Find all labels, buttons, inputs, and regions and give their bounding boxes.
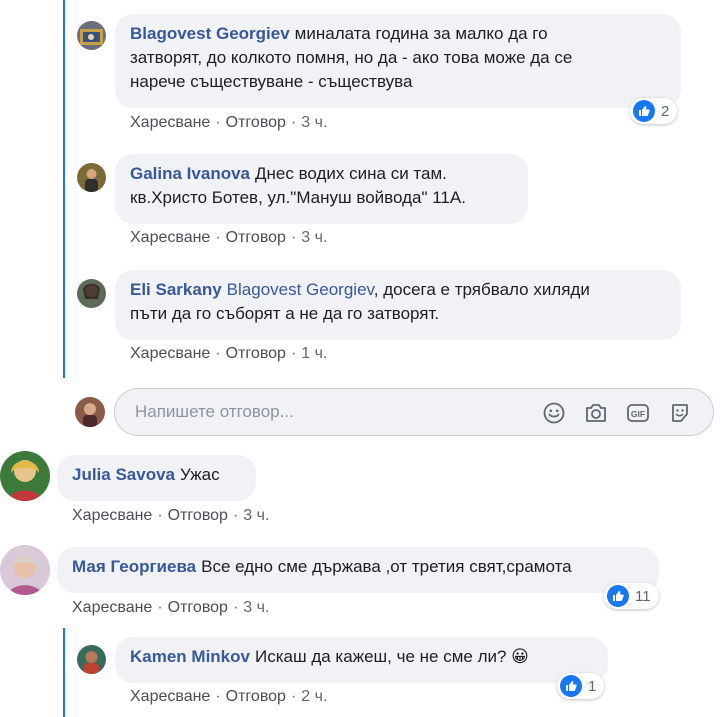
avatar[interactable] <box>0 545 50 595</box>
reaction-count-text: 11 <box>635 587 651 605</box>
like-button[interactable]: Харесване <box>130 688 210 705</box>
comment-author[interactable]: Julia Savova <box>72 465 175 484</box>
reaction-count[interactable]: 2 <box>630 98 678 124</box>
comment-text: Искаш да кажеш, че не сме ли? <box>254 647 512 666</box>
emoji-icon[interactable] <box>541 400 567 426</box>
reply-thread-line <box>63 0 65 378</box>
avatar[interactable] <box>77 163 106 192</box>
comment-actions: Харесване · Отговор · 3 ч. <box>130 114 328 131</box>
comment-timestamp[interactable]: 3 ч. <box>243 507 269 524</box>
reply-button[interactable]: Отговор <box>226 345 286 362</box>
like-button[interactable]: Харесване <box>72 599 152 616</box>
comment-bubble: Blagovest Georgiev миналата година за мал… <box>115 14 681 108</box>
like-icon <box>633 100 655 122</box>
reply-thread-line <box>63 628 65 717</box>
comment-text: пъти да го съборят а не да го затворят. <box>130 304 440 323</box>
like-button[interactable]: Харесване <box>72 507 152 524</box>
reply-button[interactable]: Отговор <box>226 688 286 705</box>
comment-actions: Харесване · Отговор · 3 ч. <box>72 599 270 616</box>
sticker-icon[interactable] <box>667 400 693 426</box>
svg-text:GIF: GIF <box>631 409 645 419</box>
comment-actions: Харесване · Отговор · 2 ч. <box>130 688 328 705</box>
comment-author[interactable]: Blagovest Georgiev <box>130 24 290 43</box>
avatar[interactable] <box>77 279 106 308</box>
comment-text: миналата година за малко да го <box>294 24 548 43</box>
reply-input[interactable]: Напишете отговор... GIF <box>114 388 714 436</box>
camera-icon[interactable] <box>583 400 609 426</box>
comment-author[interactable]: Galina Ivanova <box>130 164 250 183</box>
reaction-count[interactable]: 1 <box>557 673 605 699</box>
comment-timestamp[interactable]: 3 ч. <box>301 229 327 246</box>
comment-text: Ужас <box>180 465 220 484</box>
comment-author[interactable]: Мая Георгиева <box>72 557 196 576</box>
like-button[interactable]: Харесване <box>130 229 210 246</box>
comment-bubble: Eli Sarkany Blagovest Georgiev, досега е … <box>115 270 681 340</box>
comment-timestamp[interactable]: 2 ч. <box>301 688 327 705</box>
comment-text: , досега е трябвало хиляди <box>373 280 590 299</box>
reply-button[interactable]: Отговор <box>168 507 228 524</box>
reply-button[interactable]: Отговор <box>226 229 286 246</box>
comment-actions: Харесване · Отговор · 1 ч. <box>130 345 328 362</box>
comment-author[interactable]: Eli Sarkany <box>130 280 222 299</box>
reply-button[interactable]: Отговор <box>226 114 286 131</box>
avatar[interactable] <box>77 645 106 674</box>
reaction-count-text: 1 <box>588 677 597 695</box>
reaction-count[interactable]: 11 <box>604 583 659 609</box>
reaction-count-text: 2 <box>661 102 670 120</box>
comment-text: нарече съществуване - съществува <box>130 72 413 91</box>
comment-actions: Харесване · Отговор · 3 ч. <box>130 229 328 246</box>
avatar[interactable] <box>0 451 50 501</box>
comment-text: Все едно сме държава ,от третия свят,сра… <box>201 557 572 576</box>
avatar[interactable] <box>77 21 106 50</box>
comment-timestamp[interactable]: 3 ч. <box>243 599 269 616</box>
like-button[interactable]: Харесване <box>130 345 210 362</box>
comment-actions: Харесване · Отговор · 3 ч. <box>72 507 270 524</box>
comment-bubble: Kamen Minkov Искаш да кажеш, че не сме ли… <box>115 637 608 683</box>
comment-text: кв.Христо Ботев, ул."Мануш войвода" 11А. <box>130 188 466 207</box>
like-icon <box>560 675 582 697</box>
reply-placeholder: Напишете отговор... <box>135 402 294 421</box>
comment-text: затворят, до колкото помня, но да - ако … <box>130 48 573 67</box>
reply-button[interactable]: Отговор <box>168 599 228 616</box>
comment-bubble: Мая Георгиева Все едно сме държава ,от тр… <box>57 547 659 593</box>
gif-icon[interactable]: GIF <box>625 400 651 426</box>
mention-link[interactable]: Blagovest Georgiev <box>227 280 374 299</box>
comment-timestamp[interactable]: 3 ч. <box>301 114 327 131</box>
comment-bubble: Julia Savova Ужас <box>57 455 256 501</box>
comment-author[interactable]: Kamen Minkov <box>130 647 250 666</box>
like-button[interactable]: Харесване <box>130 114 210 131</box>
comment-bubble: Galina Ivanova Днес водих сина си там. кв… <box>115 154 528 224</box>
current-user-avatar <box>75 397 105 427</box>
grinning-emoji-icon: 😀 <box>511 647 529 666</box>
comment-timestamp[interactable]: 1 ч. <box>301 345 327 362</box>
comment-text: Днес водих сина си там. <box>255 164 447 183</box>
like-icon <box>607 585 629 607</box>
